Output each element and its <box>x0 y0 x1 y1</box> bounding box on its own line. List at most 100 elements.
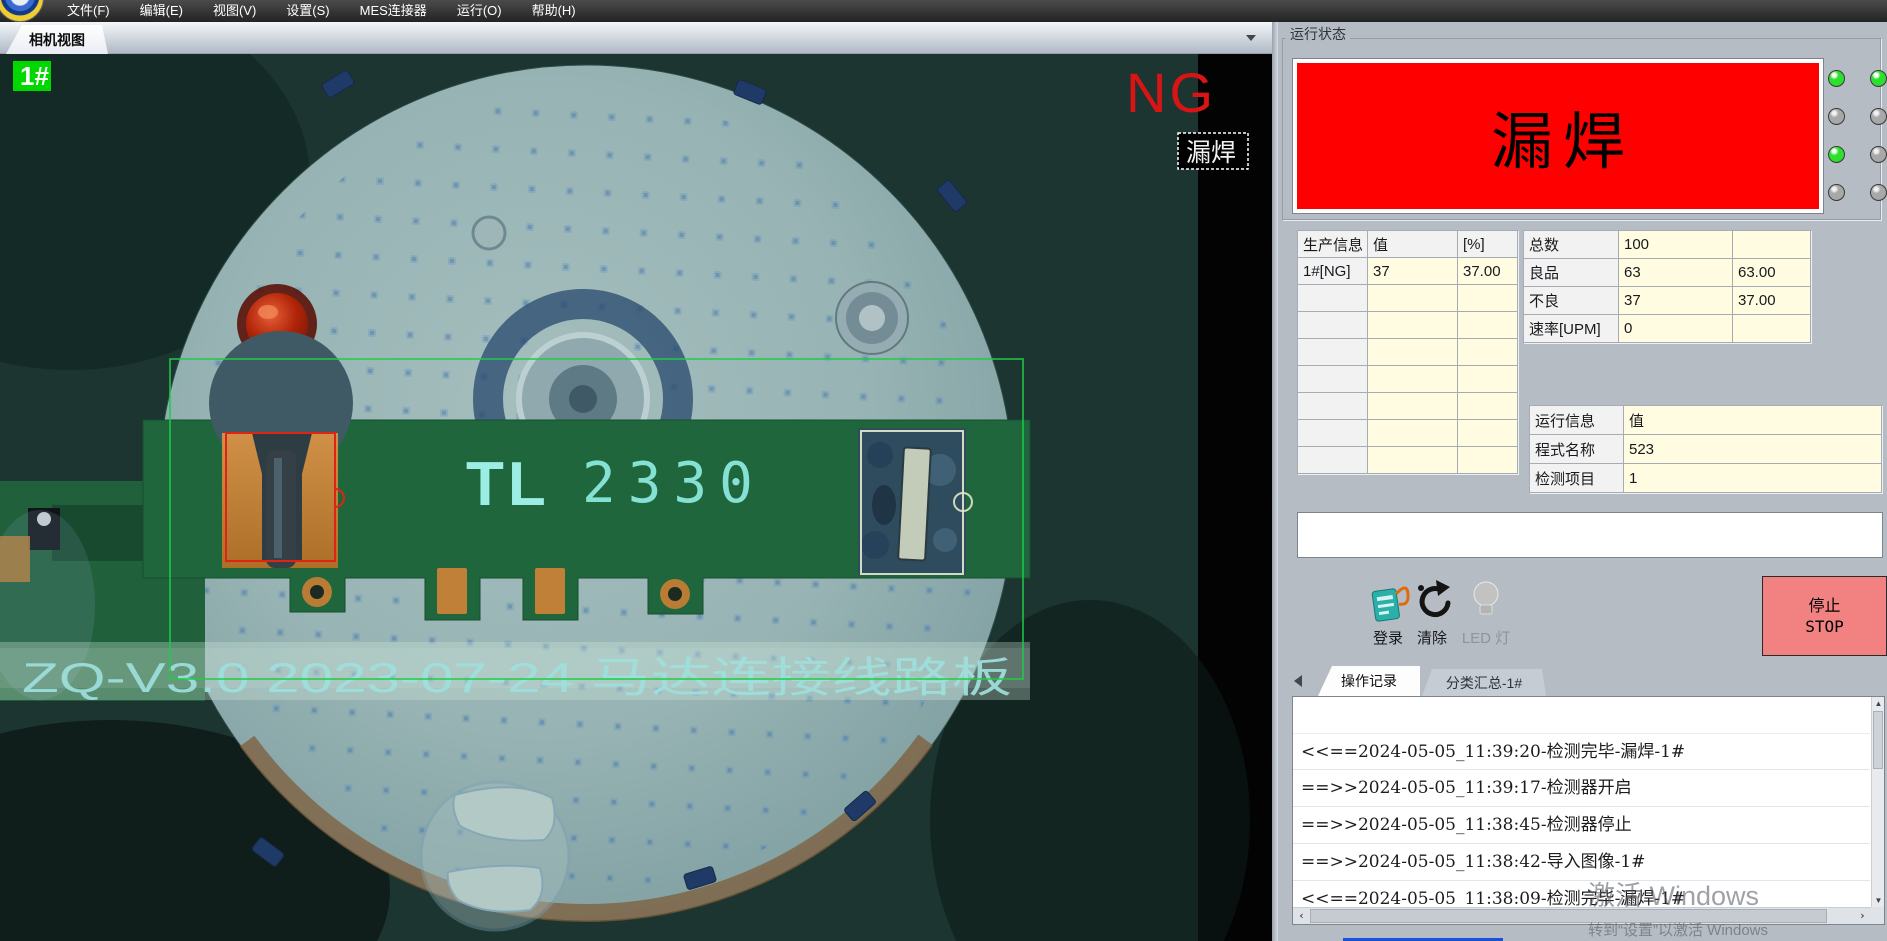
motor-plate-group: TL 2330 ZQ-V3.0 2023-07-24 马达连接线路板 1# NG… <box>0 54 1272 941</box>
value-cell <box>1458 285 1518 312</box>
table-row <box>1298 366 1518 393</box>
status-led-off <box>1828 184 1845 201</box>
value-cell: 523 <box>1624 435 1882 464</box>
table-row <box>1298 447 1518 474</box>
table-row: 不良3737.00 <box>1524 287 1811 315</box>
value-cell: 0 <box>1619 315 1733 343</box>
stop-label-cn: 停止 <box>1808 595 1840 616</box>
status-led-on <box>1828 70 1845 87</box>
tab-summary[interactable]: 分类汇总-1# <box>1422 669 1546 696</box>
table-row: 检测项目1 <box>1530 464 1882 493</box>
menu-item[interactable]: 编辑(E) <box>125 0 198 22</box>
value-cell <box>1458 366 1518 393</box>
value-cell: 63.00 <box>1733 259 1811 287</box>
camera-view-canvas: TL 2330 ZQ-V3.0 2023-07-24 马达连接线路板 1# NG… <box>0 54 1272 941</box>
value-cell: 100 <box>1619 231 1733 259</box>
label-cell <box>1298 285 1368 312</box>
label-cell: 生产信息 <box>1298 231 1368 258</box>
defect-tag: 漏焊 <box>1186 138 1236 167</box>
table-row: 总数100 <box>1524 231 1811 259</box>
label-cell <box>1298 312 1368 339</box>
log-entry: ==>>2024-05-05_11:38:42-导入图像-1# <box>1293 844 1870 881</box>
value-cell <box>1368 312 1458 339</box>
value-cell: 37 <box>1619 287 1733 315</box>
alarm-display-frame: 漏焊 <box>1292 58 1824 214</box>
scroll-left-icon[interactable]: ‹ <box>1293 908 1310 924</box>
table-row <box>1298 420 1518 447</box>
table-row: 生产信息值[%] <box>1298 231 1518 258</box>
value-cell <box>1368 447 1458 474</box>
scroll-down-icon[interactable]: ▼ <box>1872 894 1885 907</box>
lightbulb-icon <box>1464 578 1508 624</box>
view-tab-bar: 相机视图 <box>0 22 1272 54</box>
tab-operation-log[interactable]: 操作记录 <box>1318 666 1420 696</box>
value-cell <box>1458 420 1518 447</box>
menu-item[interactable]: 帮助(H) <box>517 0 591 22</box>
right-solder-pad <box>858 428 966 575</box>
value-cell: 37.00 <box>1458 258 1518 285</box>
table-row: 运行信息值 <box>1530 406 1882 435</box>
table-row: 程式名称523 <box>1530 435 1882 464</box>
menu-item[interactable]: 运行(O) <box>442 0 517 22</box>
menu-item[interactable]: 视图(V) <box>198 0 271 22</box>
status-led-off <box>1870 108 1887 125</box>
scroll-thumb[interactable] <box>1873 711 1883 769</box>
menu-item[interactable]: 文件(F) <box>52 0 125 22</box>
run-info-table: 运行信息值程式名称523检测项目1 <box>1529 405 1882 493</box>
refresh-arrow-icon <box>1410 578 1454 624</box>
label-cell: 总数 <box>1524 231 1619 259</box>
table-row <box>1298 339 1518 366</box>
status-panel: 运行状态 漏焊 生产信息值[%]1#[NG]3737.00 总数100良品636… <box>1278 22 1887 941</box>
scroll-up-icon[interactable]: ▲ <box>1872 697 1885 710</box>
status-group-title: 运行状态 <box>1286 24 1350 44</box>
label-cell <box>1298 366 1368 393</box>
label-cell <box>1298 393 1368 420</box>
menu-bar: 文件(F)编辑(E)视图(V)设置(S)MES连接器运行(O)帮助(H) <box>0 0 1887 22</box>
value-cell <box>1368 420 1458 447</box>
table-row <box>1298 393 1518 420</box>
table-row <box>1298 312 1518 339</box>
value-cell <box>1733 315 1811 343</box>
value-cell <box>1733 231 1811 259</box>
camera-scene: TL 2330 ZQ-V3.0 2023-07-24 马达连接线路板 1# NG… <box>0 54 1272 941</box>
menu-item[interactable]: 设置(S) <box>271 0 344 22</box>
left-solder-pad <box>209 331 353 568</box>
value-cell <box>1458 393 1518 420</box>
label-cell: 不良 <box>1524 287 1619 315</box>
label-cell <box>1298 447 1368 474</box>
log-list: <<==2024-05-05_11:39:20-检测完毕-漏焊-1#==>>20… <box>1293 733 1870 918</box>
value-cell <box>1458 447 1518 474</box>
label-cell: 良品 <box>1524 259 1619 287</box>
chevron-down-icon[interactable] <box>1246 35 1256 41</box>
value-cell <box>1458 312 1518 339</box>
pilot-hole <box>473 217 505 249</box>
log-vertical-scrollbar[interactable]: ▲ ▼ <box>1871 697 1884 907</box>
value-cell <box>1368 393 1458 420</box>
status-led-off <box>1828 108 1845 125</box>
operation-log: <<==2024-05-05_11:39:20-检测完毕-漏焊-1#==>>20… <box>1292 696 1885 925</box>
led-light-button[interactable]: LED 灯 <box>1454 578 1518 652</box>
hscroll-thumb[interactable] <box>1310 909 1827 923</box>
label-cell <box>1298 420 1368 447</box>
menu-item-group: 文件(F)编辑(E)视图(V)设置(S)MES连接器运行(O)帮助(H) <box>52 0 591 22</box>
table-row <box>1298 285 1518 312</box>
menu-item[interactable]: MES连接器 <box>345 0 442 22</box>
status-led-off <box>1870 146 1887 163</box>
label-cell: [%] <box>1458 231 1518 258</box>
alarm-message: 漏焊 <box>1297 63 1819 209</box>
value-cell <box>1368 285 1458 312</box>
pcb-marking-2330: 2330 <box>582 451 765 516</box>
tab-camera-view[interactable]: 相机视图 <box>6 25 108 54</box>
message-box[interactable] <box>1297 512 1883 558</box>
value-cell: 值 <box>1624 406 1882 435</box>
stop-button[interactable]: 停止 STOP <box>1762 576 1887 656</box>
status-led-off <box>1870 184 1887 201</box>
value-cell <box>1458 339 1518 366</box>
gray-bushing <box>836 282 908 354</box>
io-led-grid <box>1828 70 1887 226</box>
log-horizontal-scrollbar[interactable]: ‹ › <box>1293 907 1871 924</box>
tab-scroll-left-icon[interactable] <box>1294 675 1302 687</box>
value-cell <box>1368 339 1458 366</box>
scroll-right-icon[interactable]: › <box>1854 908 1871 924</box>
value-cell <box>1368 366 1458 393</box>
